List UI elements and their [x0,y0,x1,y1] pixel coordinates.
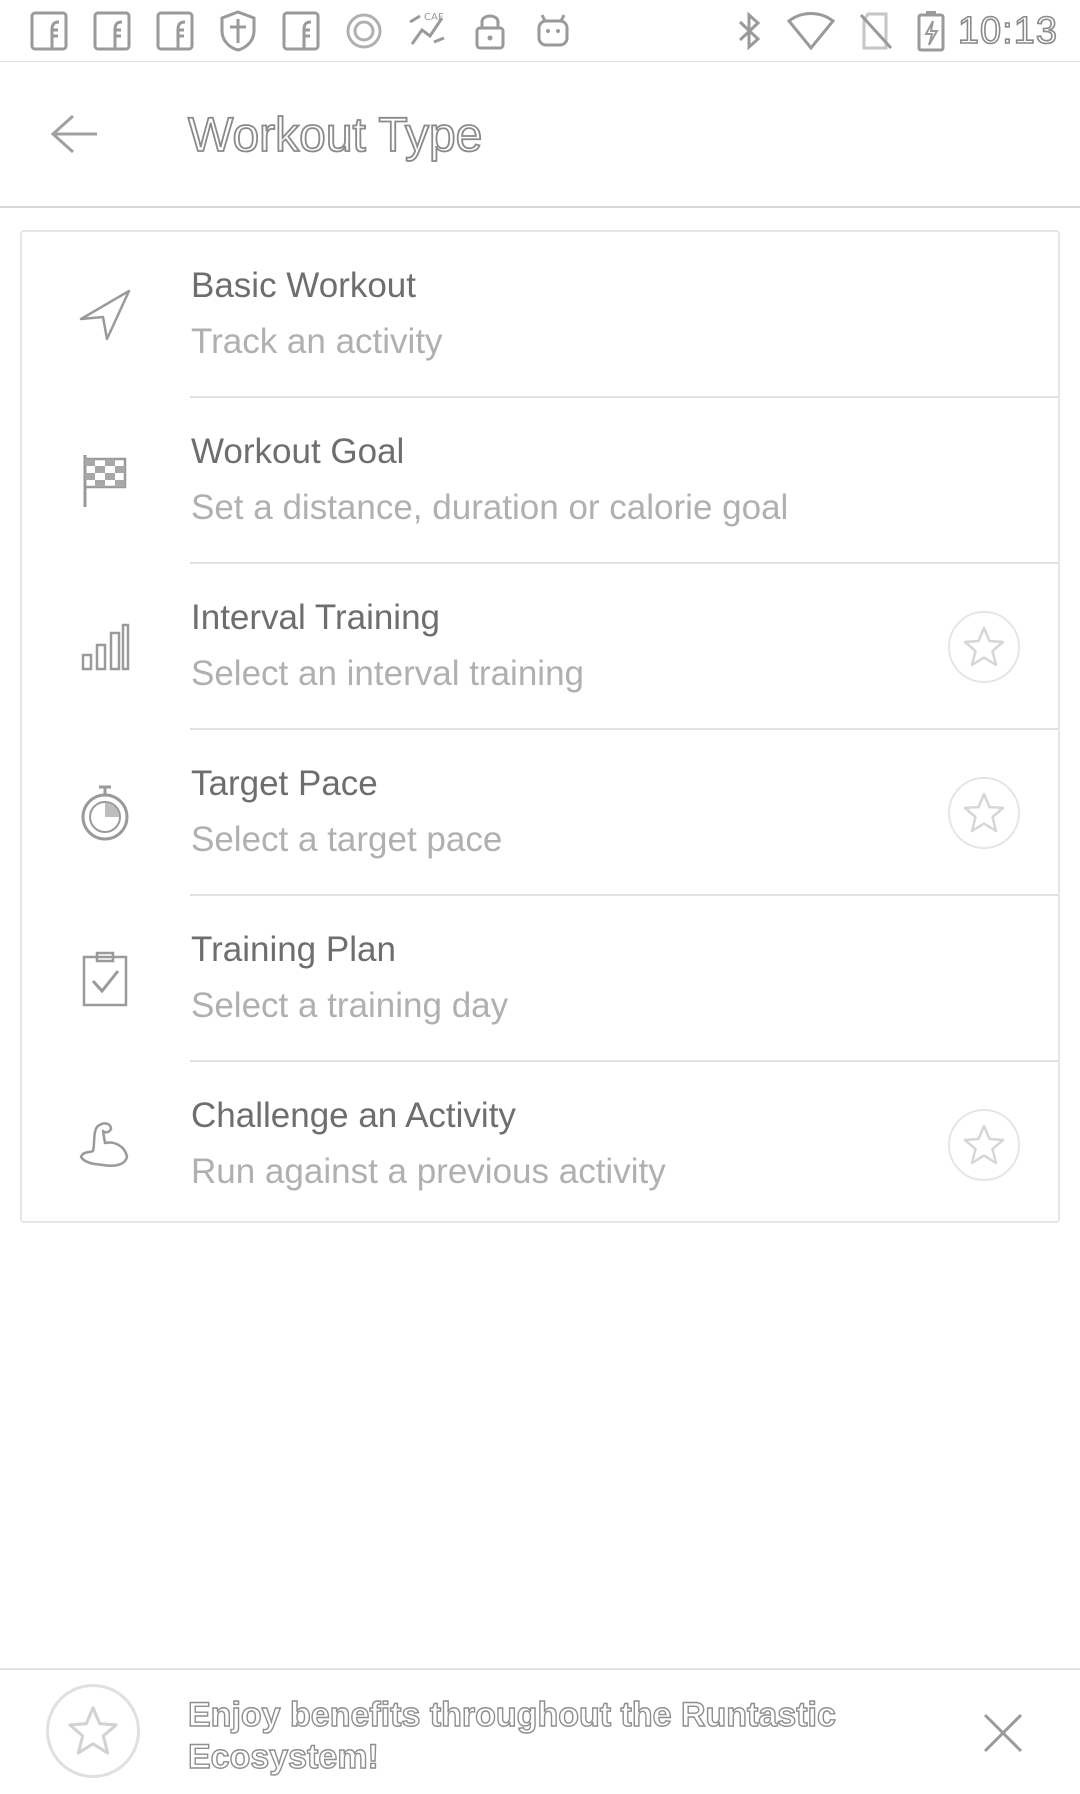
star-icon [963,626,1005,667]
list-item-title: Interval Training [191,598,441,637]
bluetooth-icon [734,11,764,51]
workout-type-interval[interactable]: Interval Training Select an interval tra… [22,564,1058,730]
list-item-subtitle: Run against a previous activity [191,1152,666,1191]
list-item-title: Challenge an Activity [191,1096,516,1135]
circle-icon [341,8,387,54]
list-item-title: Target Pace [191,764,378,803]
list-item-subtitle: Select a training day [191,986,509,1025]
svg-text:CAF: CAF [424,12,444,23]
facebook-icon [89,8,135,54]
facebook-icon [26,8,72,54]
list-item-title: Workout Goal [191,432,405,471]
page-title: Workout Type [187,108,483,163]
app-bar: Workout Type [0,62,1080,208]
navigation-icon [72,282,138,348]
premium-badge [948,1109,1020,1181]
star-icon [963,1124,1005,1165]
close-button[interactable] [976,1706,1030,1760]
bars-icon [72,614,138,680]
facebook-icon [152,8,198,54]
premium-star-badge [46,1684,140,1778]
list-item-title: Basic Workout [191,266,416,305]
workout-type-target-pace[interactable]: Target Pace Select a target pace [22,730,1058,896]
star-icon [68,1706,118,1755]
shield-icon [215,8,261,54]
lock-icon [467,8,513,54]
checkered-flag-icon [72,448,138,514]
list-item-subtitle: Track an activity [191,322,443,361]
list-item-subtitle: Set a distance, duration or calorie goal [191,488,789,527]
premium-badge [948,777,1020,849]
workout-type-training-plan[interactable]: Training Plan Select a training day [22,896,1058,1062]
flexed-arm-icon [72,1112,138,1178]
banner-text: Enjoy benefits throughout the Runtastic … [187,1695,836,1776]
status-bar: CAF 10:13 [0,0,1080,62]
system-indicators: 10:13 [712,0,1058,62]
list-item-title: Training Plan [191,930,396,969]
facebook-icon [278,8,324,54]
list-item-subtitle: Select a target pace [191,820,503,859]
android-icon [530,8,576,54]
no-sim-icon [858,10,894,52]
status-time: 10:13 [957,9,1058,53]
close-icon [983,1713,1023,1753]
fitness-app-icon: CAF [404,8,450,54]
wifi-icon [786,11,836,51]
promo-banner[interactable]: Enjoy benefits throughout the Runtastic … [0,1668,1080,1794]
premium-badge [948,611,1020,683]
back-button[interactable] [42,102,106,166]
battery-charging-icon [916,9,946,53]
clipboard-check-icon [72,946,138,1012]
workout-type-challenge[interactable]: Challenge an Activity Run against a prev… [22,1062,1058,1228]
arrow-back-icon [50,114,97,154]
star-icon [963,792,1005,833]
stopwatch-icon [72,780,138,846]
workout-type-list: Basic Workout Track an activity Workout … [20,230,1060,1223]
workout-type-goal[interactable]: Workout Goal Set a distance, duration or… [22,398,1058,564]
list-item-subtitle: Select an interval training [191,654,584,693]
workout-type-basic[interactable]: Basic Workout Track an activity [22,232,1058,398]
notification-icons: CAF [26,8,593,54]
